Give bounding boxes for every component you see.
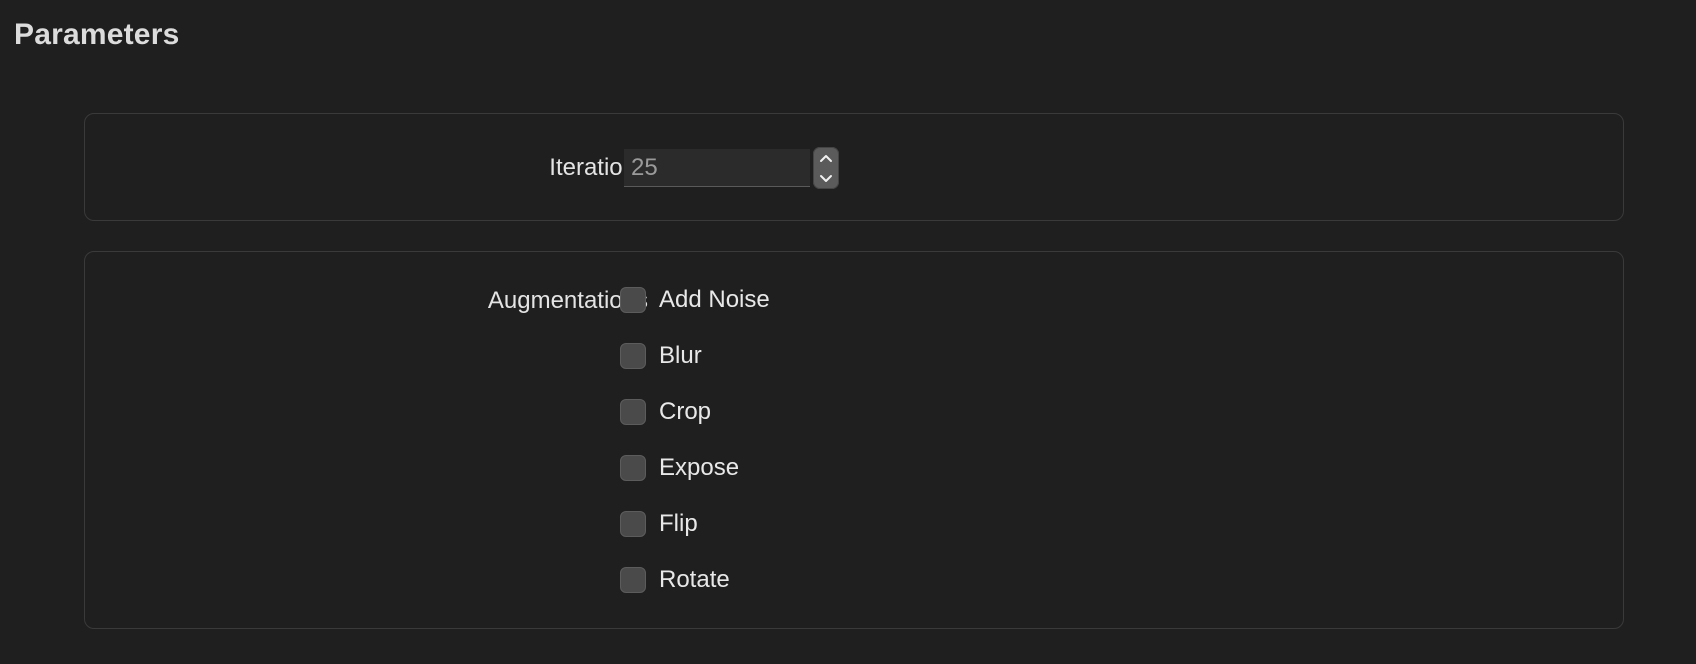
rotate-checkbox[interactable] [620, 567, 646, 593]
augmentation-option-blur[interactable]: Blur [620, 342, 770, 370]
crop-label: Crop [659, 398, 712, 425]
expose-checkbox[interactable] [620, 455, 646, 481]
rotate-label: Rotate [659, 566, 730, 593]
iterations-group: Iterations 25 [84, 113, 1624, 221]
augmentations-group: Augmentations Add Noise Blur Crop Expose… [84, 251, 1624, 629]
add-noise-label: Add Noise [659, 286, 770, 313]
augmentation-option-crop[interactable]: Crop [620, 398, 770, 426]
augmentation-option-flip[interactable]: Flip [620, 510, 770, 538]
augmentation-option-add-noise[interactable]: Add Noise [620, 286, 770, 314]
crop-checkbox[interactable] [620, 399, 646, 425]
blur-label: Blur [659, 342, 702, 369]
page-title: Parameters [14, 18, 180, 51]
expose-label: Expose [659, 454, 740, 481]
add-noise-checkbox[interactable] [620, 287, 646, 313]
blur-checkbox[interactable] [620, 343, 646, 369]
flip-label: Flip [659, 510, 698, 537]
stepper-increment-button[interactable] [813, 147, 839, 168]
augmentations-checkbox-list: Add Noise Blur Crop Expose Flip Rotate [620, 286, 770, 622]
iterations-value: 25 [631, 153, 658, 181]
flip-checkbox[interactable] [620, 511, 646, 537]
chevron-down-icon [820, 174, 832, 182]
iterations-input[interactable]: 25 [624, 149, 810, 187]
iterations-stepper[interactable] [813, 147, 839, 189]
augmentation-option-rotate[interactable]: Rotate [620, 566, 770, 594]
stepper-decrement-button[interactable] [813, 168, 839, 189]
chevron-up-icon [820, 154, 832, 162]
augmentation-option-expose[interactable]: Expose [620, 454, 770, 482]
